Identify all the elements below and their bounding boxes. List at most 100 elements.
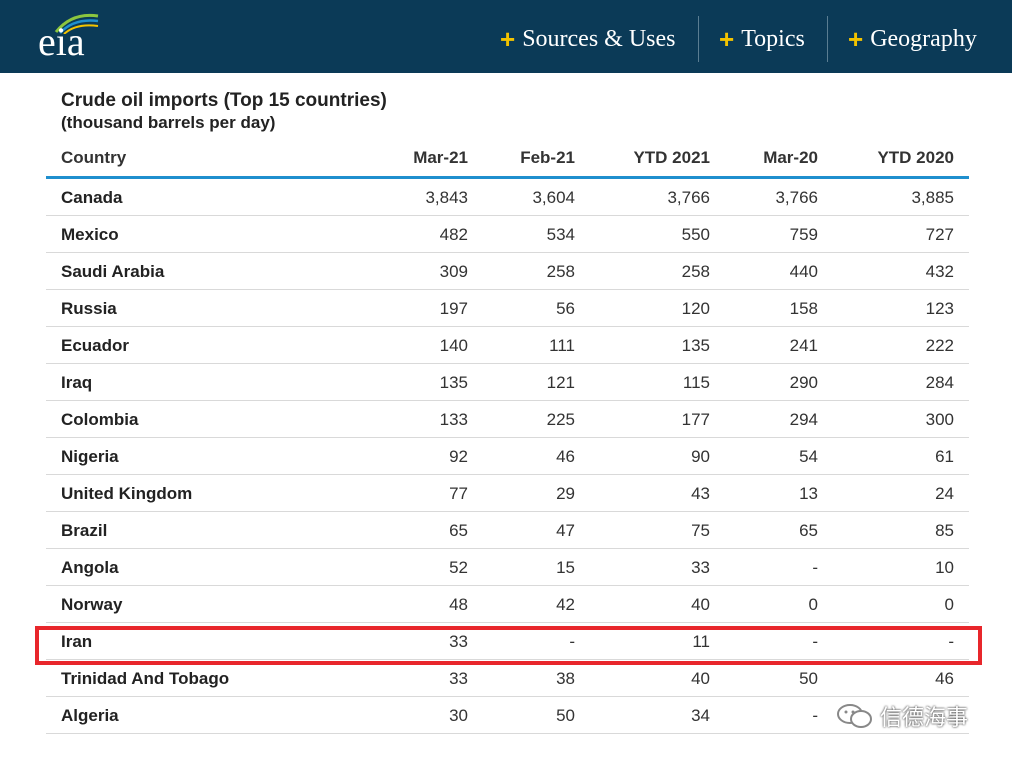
value-cell: - [812, 558, 818, 577]
value-cell: 15 [556, 558, 575, 577]
value-cell: 33 [449, 669, 468, 688]
wechat-icon [837, 704, 872, 728]
table-row: Norway 48 42 40 0 0 [46, 586, 969, 623]
nav-label: Sources & Uses [522, 25, 676, 52]
value-cell: 34 [691, 706, 710, 725]
value-cell: 309 [439, 262, 468, 281]
value-cell: 10 [935, 558, 954, 577]
value-cell: 3,885 [911, 188, 954, 207]
value-cell: 241 [789, 336, 818, 355]
value-cell: 550 [681, 225, 710, 244]
country-cell: Colombia [61, 410, 139, 429]
table-header: Country Mar-21 Feb-21 YTD 2021 Mar-20 YT… [46, 140, 969, 176]
table-title: Crude oil imports (Top 15 countries) [61, 90, 387, 111]
table-row: Brazil 65 47 75 65 85 [46, 512, 969, 549]
value-cell: 135 [439, 373, 468, 392]
eia-logo[interactable]: eia [38, 10, 108, 64]
country-cell: Saudi Arabia [61, 262, 165, 281]
nav-divider [698, 16, 699, 62]
table-row: Ecuador 140 111 135 241 222 [46, 327, 969, 364]
value-cell: 46 [556, 447, 575, 466]
table-row: Algeria 30 50 34- - [46, 697, 969, 734]
column-header-mar-20: Mar-20 [763, 148, 818, 167]
value-cell: 3,766 [775, 188, 818, 207]
value-cell: 111 [549, 336, 575, 355]
value-cell: 3,604 [532, 188, 575, 207]
value-cell: 258 [681, 262, 710, 281]
table-row: Mexico 482 534 550 759 727 [46, 216, 969, 253]
country-cell: Canada [61, 188, 123, 207]
nav-geography[interactable]: + Geography [848, 16, 977, 62]
value-cell: 38 [556, 669, 575, 688]
plus-icon: + [500, 23, 516, 54]
value-cell: 440 [789, 262, 818, 281]
value-cell: 56 [556, 299, 575, 318]
value-cell: 54 [799, 447, 818, 466]
value-cell: 115 [682, 373, 710, 392]
value-cell: 50 [799, 669, 818, 688]
value-cell: 29 [556, 484, 575, 503]
nav-label: Geography [870, 25, 977, 52]
value-cell: 13 [799, 484, 818, 503]
nav-sources-and-uses[interactable]: + Sources & Uses [500, 16, 676, 62]
value-cell: 40 [691, 669, 710, 688]
table-row: Angola 52 15 33 - 10 [46, 549, 969, 586]
value-cell: 284 [925, 373, 954, 392]
logo-text: eia [38, 19, 85, 64]
value-cell: 30 [449, 706, 468, 725]
value-cell: 90 [691, 447, 710, 466]
value-cell: 65 [449, 521, 468, 540]
country-cell: Algeria [61, 706, 119, 725]
plus-icon: + [848, 23, 864, 54]
value-cell: 482 [439, 225, 468, 244]
table-row: Nigeria 92 46 90 54 61 [46, 438, 969, 475]
value-cell: 50 [556, 706, 575, 725]
table-row: United Kingdom 77 29 43 13 24 [46, 475, 969, 512]
table-row: Saudi Arabia 309 258 258 440 432 [46, 253, 969, 290]
value-cell: 33 [691, 558, 710, 577]
value-cell: 43 [691, 484, 710, 503]
value-cell: 133 [439, 410, 468, 429]
value-cell: 48 [449, 595, 468, 614]
plus-icon: + [719, 23, 735, 54]
value-cell: 52 [449, 558, 468, 577]
table-row: Iraq 135 121 115 290 284 [46, 364, 969, 401]
value-cell: 222 [925, 336, 954, 355]
value-cell: 177 [681, 410, 710, 429]
nav-divider [827, 16, 828, 62]
watermark-text: 信德海事 [880, 705, 969, 730]
nav-label: Topics [741, 25, 805, 52]
value-cell: 123 [925, 299, 954, 318]
value-cell: 120 [681, 299, 710, 318]
value-cell: 225 [546, 410, 575, 429]
country-cell: Russia [61, 299, 117, 318]
column-header-feb-21: Feb-21 [520, 148, 575, 167]
value-cell: 3,766 [667, 188, 710, 207]
value-cell: 121 [546, 373, 575, 392]
value-cell: 47 [556, 521, 575, 540]
column-header-ytd-2021: YTD 2021 [633, 148, 710, 167]
value-cell: 0 [944, 595, 954, 614]
value-cell: 40 [691, 595, 710, 614]
watermark: 信德海事 [836, 700, 968, 732]
value-cell: 24 [935, 484, 954, 503]
value-cell: 92 [449, 447, 468, 466]
value-cell: 46 [935, 669, 954, 688]
value-cell: 65 [799, 521, 818, 540]
value-cell: - [812, 706, 818, 725]
value-cell: 300 [925, 410, 954, 429]
value-cell: 42 [556, 595, 575, 614]
country-cell: United Kingdom [61, 484, 193, 503]
value-cell: 135 [681, 336, 710, 355]
table-row: Trinidad And Tobago 33 38 40 50 46 [46, 660, 969, 697]
value-cell: 75 [691, 521, 710, 540]
value-cell: 140 [439, 336, 468, 355]
country-cell: Iraq [61, 373, 93, 392]
nav-topics[interactable]: + Topics [719, 16, 805, 62]
column-header-ytd-2020: YTD 2020 [877, 148, 954, 167]
value-cell: 61 [935, 447, 954, 466]
value-cell: 294 [789, 410, 818, 429]
table-row: Russia 197 56 120 158 123 [46, 290, 969, 327]
value-cell: 158 [789, 299, 818, 318]
table-subtitle: (thousand barrels per day) [61, 113, 276, 132]
